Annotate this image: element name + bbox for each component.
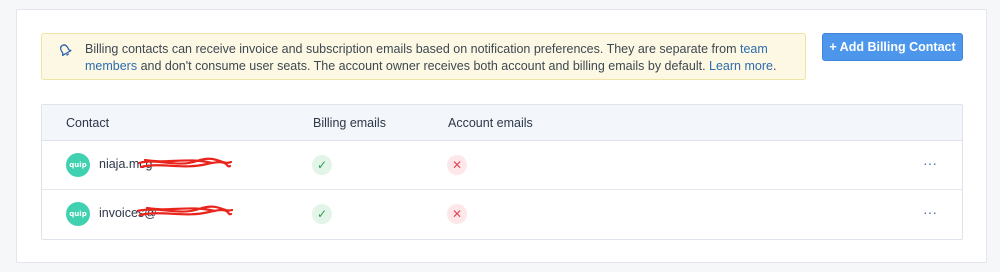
billing-contacts-notice: Billing contacts can receive invoice and… bbox=[41, 33, 806, 80]
notice-text-2: and don't consume user seats. The accoun… bbox=[137, 59, 710, 73]
account-disabled-cross-icon: ✕ bbox=[447, 155, 467, 175]
billing-enabled-check-icon: ✓ bbox=[312, 155, 332, 175]
more-options-icon[interactable]: ··· bbox=[920, 205, 940, 221]
table-row: quip niaja.mcg ✓ ✕ ··· bbox=[42, 141, 962, 190]
header-billing-emails: Billing emails bbox=[313, 116, 386, 130]
learn-more-link[interactable]: Learn more bbox=[709, 59, 773, 73]
add-billing-contact-button[interactable]: + Add Billing Contact bbox=[822, 33, 963, 61]
billing-enabled-check-icon: ✓ bbox=[312, 204, 332, 224]
notice-text-3: . bbox=[772, 59, 777, 73]
billing-contacts-table: Contact Billing emails Account emails qu… bbox=[41, 104, 963, 240]
redaction-scribble bbox=[137, 205, 233, 217]
more-options-icon[interactable]: ··· bbox=[920, 156, 940, 172]
avatar: quip bbox=[66, 153, 90, 177]
avatar: quip bbox=[66, 202, 90, 226]
header-contact: Contact bbox=[66, 116, 110, 130]
notice-text-1: Billing contacts can receive invoice and… bbox=[85, 42, 740, 56]
table-row: quip invoices@ ✓ ✕ ··· bbox=[42, 190, 962, 239]
bell-icon bbox=[60, 44, 72, 57]
billing-contacts-card: Billing contacts can receive invoice and… bbox=[16, 9, 987, 263]
account-disabled-cross-icon: ✕ bbox=[447, 204, 467, 224]
table-header: Contact Billing emails Account emails bbox=[42, 105, 962, 141]
header-account-emails: Account emails bbox=[448, 116, 533, 130]
redaction-scribble bbox=[137, 157, 233, 169]
